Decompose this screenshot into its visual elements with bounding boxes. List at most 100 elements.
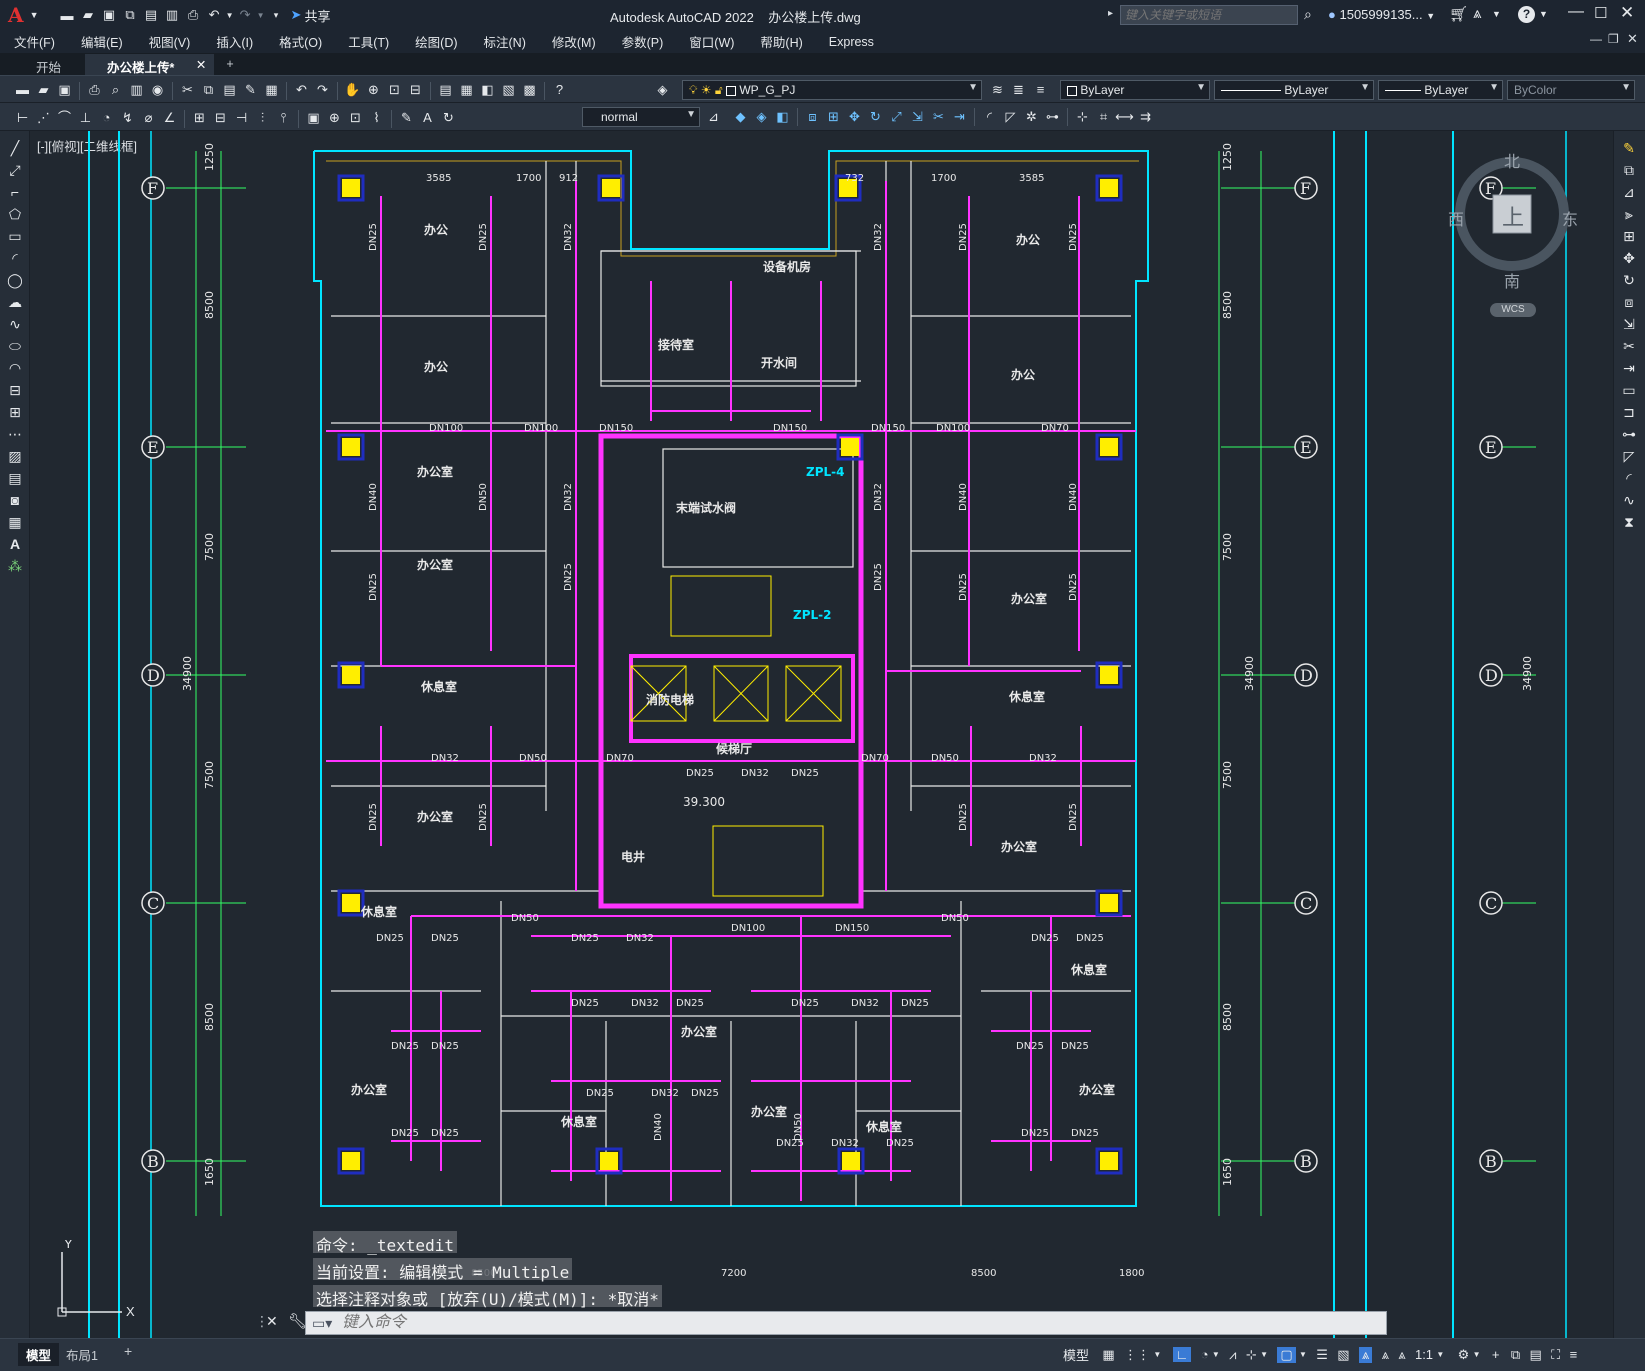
- r-mirror-icon[interactable]: ⊿: [1618, 181, 1640, 203]
- osnap-tracking-dropdown-icon[interactable]: ▼: [1260, 1350, 1268, 1359]
- dim-text-edit-icon[interactable]: A: [417, 107, 438, 128]
- scale-dropdown-icon[interactable]: ▼: [1436, 1350, 1444, 1359]
- modify-stretch-icon[interactable]: ⇲: [907, 106, 928, 127]
- workspace-dropdown-icon[interactable]: ▼: [1473, 1350, 1481, 1359]
- workspace-gear-icon[interactable]: ⚙: [1458, 1347, 1470, 1363]
- new-icon[interactable]: ▬: [57, 5, 78, 26]
- autocad-logo-icon[interactable]: A: [8, 3, 24, 27]
- r-explode-icon[interactable]: ⧗: [1618, 511, 1640, 533]
- match-prop-icon[interactable]: ✎: [240, 80, 261, 101]
- insert-block-icon[interactable]: ⊟: [4, 379, 26, 401]
- cart-icon[interactable]: 🛒︎: [1449, 5, 1468, 23]
- point-icon[interactable]: ⋯: [4, 423, 26, 445]
- menu-insert[interactable]: 插入(I): [216, 32, 253, 51]
- dim-edit-icon[interactable]: ✎: [396, 108, 417, 129]
- doc-restore-button[interactable]: ❐: [1608, 32, 1619, 46]
- spline-icon[interactable]: ∿: [4, 313, 26, 335]
- search-expand-icon[interactable]: ▸: [1108, 8, 1113, 19]
- dim-arc-icon[interactable]: ⌒: [54, 106, 75, 127]
- doc-close-button[interactable]: ✕: [1627, 31, 1638, 47]
- construction-line-icon[interactable]: ⤢: [4, 159, 26, 181]
- region-icon[interactable]: ◙: [4, 489, 26, 511]
- dim-style-icon[interactable]: ⊿: [703, 106, 724, 127]
- viewcube-east[interactable]: 东: [1562, 206, 1578, 230]
- r-rotate-icon[interactable]: ↻: [1618, 269, 1640, 291]
- layout-tab-model[interactable]: 模型: [18, 1343, 60, 1366]
- arc-icon[interactable]: ◜: [4, 247, 26, 269]
- dim-baseline-icon[interactable]: ⊟: [210, 108, 231, 129]
- auto-scale-icon[interactable]: ⩓: [1382, 1347, 1389, 1363]
- viewcube-north[interactable]: 北: [1504, 148, 1520, 172]
- dim-angular-icon[interactable]: ∠: [159, 108, 180, 129]
- linetype-dropdown[interactable]: ByLayer ▼: [1214, 80, 1374, 100]
- r-extend-icon[interactable]: ⇥: [1618, 357, 1640, 379]
- lineweight-dropdown[interactable]: ByLayer ▼: [1378, 80, 1503, 100]
- quick-access-customize-icon[interactable]: ▾: [266, 5, 287, 26]
- circle-icon[interactable]: ◯: [4, 269, 26, 291]
- menu-dimension[interactable]: 标注(N): [484, 32, 526, 51]
- plotstyle-dropdown[interactable]: ByColor ▼: [1507, 80, 1635, 100]
- annotation-monitor-icon[interactable]: +: [1492, 1347, 1500, 1362]
- dim-break-icon[interactable]: ⫯: [273, 108, 294, 129]
- modify-mirror-icon[interactable]: ◧: [772, 106, 793, 127]
- minimize-button[interactable]: —: [1568, 3, 1584, 21]
- osnap-icon[interactable]: ▢: [1277, 1346, 1296, 1363]
- open-file-icon[interactable]: ▰: [33, 80, 54, 101]
- r-array-icon[interactable]: ⊞: [1618, 225, 1640, 247]
- layer-dropdown[interactable]: 💡︎ ☀ 🔓︎ WP_G_PJ ▼: [682, 80, 982, 100]
- menu-parametric[interactable]: 参数(P): [622, 32, 664, 51]
- modify-align-icon[interactable]: ⇉: [1135, 106, 1156, 127]
- customization-icon[interactable]: ≡: [1570, 1347, 1578, 1362]
- hatch-icon[interactable]: ▨: [4, 445, 26, 467]
- menu-file[interactable]: 文件(F): [14, 32, 55, 51]
- paste-icon[interactable]: ▤: [219, 80, 240, 101]
- r-break-icon[interactable]: ⊐: [1618, 401, 1640, 423]
- modify-trim-icon[interactable]: ✂: [928, 106, 949, 127]
- clean-screen-icon[interactable]: ⛶: [1551, 1347, 1560, 1363]
- sheet-set-icon[interactable]: ▧: [498, 80, 519, 101]
- doc-minimize-button[interactable]: —: [1590, 32, 1602, 46]
- command-close-icon[interactable]: ✕: [266, 1313, 278, 1330]
- modify-array-icon[interactable]: ⊞: [823, 106, 844, 127]
- ellipse-icon[interactable]: ⬭: [4, 335, 26, 357]
- search-input[interactable]: [1120, 5, 1298, 25]
- revcloud-icon[interactable]: ☁: [4, 291, 26, 313]
- design-center-icon[interactable]: ▦: [456, 80, 477, 101]
- dim-jogged-icon[interactable]: ↯: [117, 108, 138, 129]
- menu-express[interactable]: Express: [829, 35, 874, 49]
- help-icon[interactable]: ?: [1518, 6, 1535, 23]
- viewcube[interactable]: 北 南 西 东 上 WCS: [1438, 148, 1586, 317]
- menu-edit[interactable]: 编辑(E): [81, 32, 123, 51]
- help-dropdown-icon[interactable]: ▼: [1539, 9, 1548, 19]
- menu-tools[interactable]: 工具(T): [348, 32, 389, 51]
- make-current-layer-icon[interactable]: ≋: [987, 79, 1008, 100]
- redo-dropdown-icon[interactable]: ▼: [256, 5, 266, 26]
- osnap-dropdown-icon[interactable]: ▼: [1299, 1350, 1307, 1359]
- search-icon[interactable]: ⌕: [1304, 6, 1312, 23]
- modify-lengthen-icon[interactable]: ⟷: [1114, 106, 1135, 127]
- r-fillet-icon[interactable]: ◜: [1618, 467, 1640, 489]
- redo-icon[interactable]: ↷: [235, 5, 256, 26]
- user-account[interactable]: ● 1505999135... ▼: [1328, 7, 1435, 22]
- layer-properties-icon[interactable]: ◈: [652, 79, 673, 100]
- zoom-realtime-icon[interactable]: ⊕: [363, 80, 384, 101]
- save-file-icon[interactable]: ▣: [54, 80, 75, 101]
- autodesk-a360-icon[interactable]: ⩓: [1473, 5, 1481, 22]
- modify-break-icon[interactable]: ⊹: [1072, 106, 1093, 127]
- isodraft-icon[interactable]: ⩘: [1229, 1347, 1236, 1363]
- undo-dropdown-icon[interactable]: ▼: [225, 5, 235, 26]
- units-icon[interactable]: ⧉: [1511, 1347, 1520, 1363]
- app-menu-chevron-icon[interactable]: ▼: [24, 5, 45, 26]
- layer-previous-icon[interactable]: ≣: [1008, 79, 1029, 100]
- viewcube-top-face[interactable]: 上: [1502, 200, 1524, 232]
- osnap-tracking-icon[interactable]: ⊹: [1246, 1347, 1257, 1363]
- close-button[interactable]: ✕: [1620, 3, 1634, 23]
- r-trim-icon[interactable]: ✂: [1618, 335, 1640, 357]
- dim-continue-icon[interactable]: ⊣: [231, 108, 252, 129]
- transparency-icon[interactable]: ▧: [1337, 1347, 1349, 1363]
- dim-space-icon[interactable]: ⫶: [252, 108, 273, 129]
- dim-aligned-icon[interactable]: ⋰: [33, 108, 54, 129]
- ellipse-arc-icon[interactable]: ◠: [4, 357, 26, 379]
- menu-help[interactable]: 帮助(H): [760, 32, 802, 51]
- viewcube-west[interactable]: 西: [1448, 206, 1464, 230]
